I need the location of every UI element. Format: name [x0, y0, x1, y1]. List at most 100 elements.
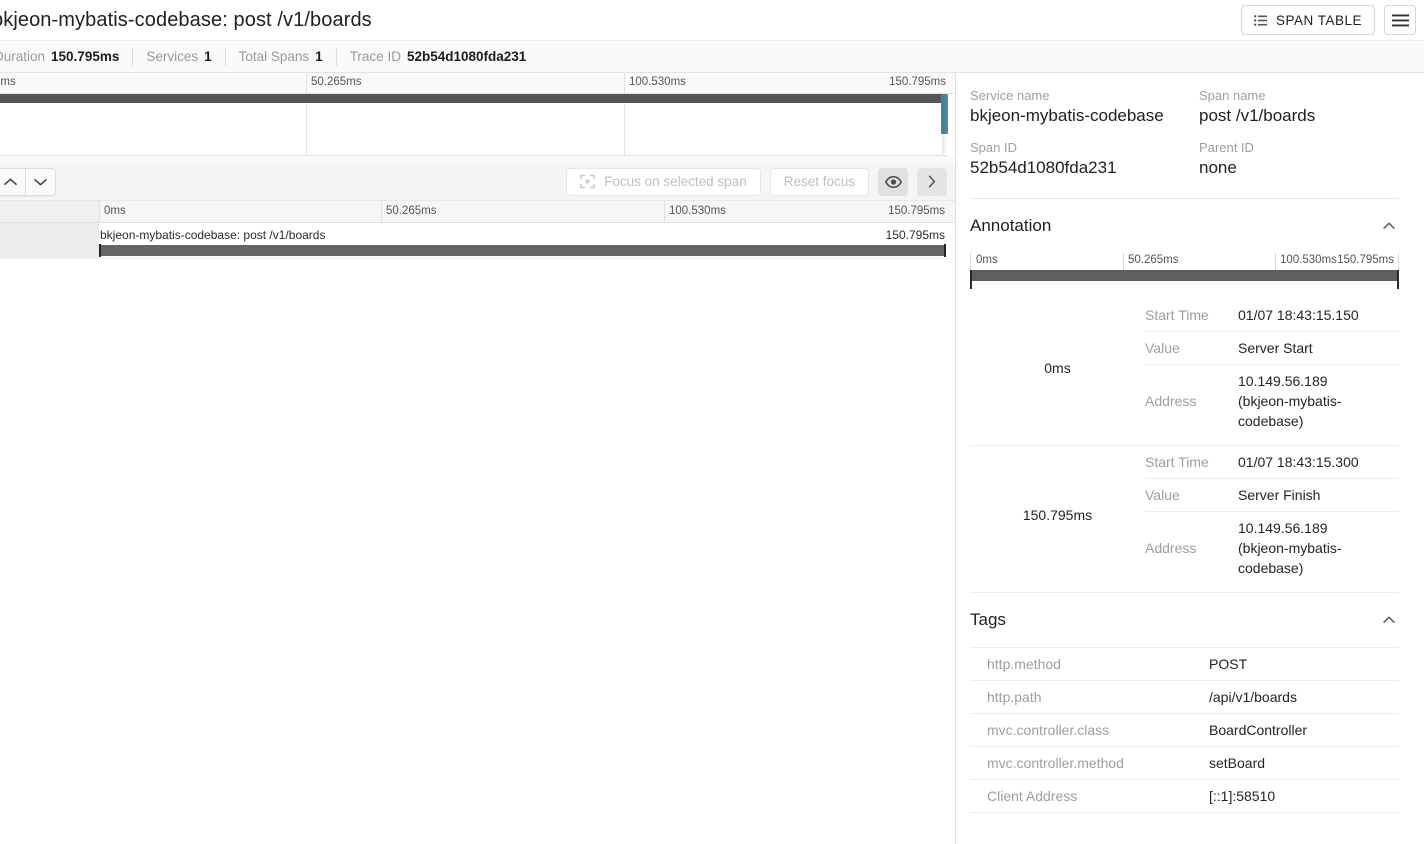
- service-name-value: bkjeon-mybatis-codebase: [970, 106, 1164, 125]
- annotation-value-value: Server Start: [1238, 340, 1313, 356]
- annotation-block: 0ms Start Time 01/07 18:43:15.150 Value …: [970, 299, 1399, 437]
- eye-icon: [884, 175, 902, 188]
- focus-on-selected-span-button[interactable]: Focus on selected span: [566, 167, 761, 196]
- table-row: mvc.controller.method setBoard: [970, 746, 1399, 779]
- expand-collapse-group: [0, 167, 56, 196]
- annotation-address-value: 10.149.56.189 (bkjeon-mybatis- codebase): [1238, 373, 1342, 429]
- toolbar-right-group: Focus on selected span Reset focus: [566, 167, 947, 196]
- annotation-offset: 0ms: [1044, 360, 1071, 376]
- header-actions: SPAN TABLE: [1240, 5, 1416, 35]
- annotation-offset: 150.795ms: [1022, 507, 1093, 523]
- next-span-button[interactable]: [917, 167, 947, 196]
- annotation-title: Annotation: [970, 216, 1052, 235]
- chevron-up-icon[interactable]: [1381, 218, 1397, 234]
- annotation-start-time-key: Start Time: [1145, 454, 1209, 470]
- annotation-fields: Start Time 01/07 18:43:15.150 Value Serv…: [1145, 299, 1399, 437]
- info-duration-label: Duration: [0, 48, 46, 64]
- expand-all-button[interactable]: [25, 168, 55, 195]
- info-trace-id-value: 52b54d1080fda231: [406, 48, 527, 64]
- tag-value: /api/v1/boards: [1209, 689, 1297, 705]
- chevron-right-icon: [928, 175, 936, 188]
- minimap-tick-3: 150.795ms: [889, 76, 946, 88]
- parent-id-label: Parent ID: [1199, 140, 1254, 155]
- minimap-canvas[interactable]: [0, 94, 948, 156]
- table-row[interactable]: bkjeon-mybatis-codebase: post /v1/boards…: [0, 223, 955, 259]
- menu-button[interactable]: [1384, 5, 1416, 35]
- span-bar-start-cap: [99, 244, 101, 257]
- span-detail-pane: Service name bkjeon-mybatis-codebase Spa…: [956, 73, 1423, 844]
- span-id-value: 52b54d1080fda231: [970, 158, 1117, 177]
- annotation-start-cap: [970, 270, 972, 289]
- annotation-tick-2: 100.530ms: [1280, 254, 1337, 266]
- chevron-up-icon[interactable]: [1381, 612, 1397, 628]
- span-bar-track: [0, 244, 955, 257]
- annotation-tick-1: 50.265ms: [1128, 254, 1179, 266]
- tag-value: setBoard: [1209, 755, 1266, 771]
- annotation-value-key: Value: [1145, 340, 1180, 356]
- info-total-spans: Total Spans 1: [226, 47, 337, 66]
- span-tick-0: 0ms: [104, 205, 126, 217]
- annotation-start-time-key: Start Time: [1145, 307, 1209, 323]
- chevron-down-icon: [34, 178, 47, 185]
- minimap-tick-row: 0ms 50.265ms 100.530ms 150.795ms: [0, 73, 955, 94]
- annotation-fields: Start Time 01/07 18:43:15.300 Value Serv…: [1145, 446, 1399, 584]
- table-row: Client Address [::1]:58510: [970, 779, 1399, 812]
- reset-focus-button[interactable]: Reset focus: [769, 167, 869, 196]
- hamburger-menu-icon: [1391, 14, 1409, 27]
- annotation-section-header[interactable]: Annotation: [970, 199, 1399, 253]
- info-total-spans-value: 1: [315, 48, 323, 64]
- tag-value: POST: [1209, 656, 1248, 672]
- timeline-toolbar: Focus on selected span Reset focus: [0, 163, 955, 201]
- reset-focus-label: Reset focus: [783, 174, 855, 189]
- annotation-value-key: Value: [1145, 487, 1180, 503]
- span-id-label: Span ID: [970, 140, 1017, 155]
- minimap-tick-0: 0ms: [0, 76, 16, 88]
- toggle-visibility-button[interactable]: [878, 167, 908, 196]
- annotation-address-key: Address: [1145, 393, 1197, 409]
- span-timeline-ticks: 0ms 50.265ms 100.530ms 150.795ms: [0, 201, 955, 223]
- span-detail-fields: Service name bkjeon-mybatis-codebase Spa…: [970, 87, 1399, 198]
- annotation-duration-bar: [970, 270, 1399, 281]
- collapse-all-button[interactable]: [0, 168, 25, 195]
- annotation-timeline: 0ms 50.265ms 100.530ms 150.795ms: [970, 253, 1399, 289]
- info-services-label: Services: [146, 48, 199, 64]
- span-table-button[interactable]: SPAN TABLE: [1240, 5, 1375, 35]
- trace-minimap[interactable]: 0ms 50.265ms 100.530ms 150.795ms: [0, 73, 955, 173]
- span-duration-bar: [99, 245, 946, 256]
- span-bar-end-cap: [944, 244, 946, 257]
- annotation-tick-3: 150.795ms: [1337, 254, 1394, 266]
- timeline-pane: 0ms 50.265ms 100.530ms 150.795ms: [0, 73, 956, 844]
- annotation-tick-row: 0ms 50.265ms 100.530ms 150.795ms: [970, 253, 1399, 270]
- table-row: http.path /api/v1/boards: [970, 680, 1399, 713]
- crosshair-icon: [580, 174, 595, 189]
- annotation-tick-0: 0ms: [976, 254, 998, 266]
- tags-section-header[interactable]: Tags: [970, 593, 1399, 647]
- minimap-tick-2: 100.530ms: [629, 76, 686, 88]
- span-row-label: bkjeon-mybatis-codebase: post /v1/boards: [100, 228, 326, 242]
- tag-key: http.method: [987, 656, 1061, 672]
- tag-value: [::1]:58510: [1209, 788, 1276, 804]
- annotation-end-cap: [1397, 270, 1399, 289]
- app-header: bkjeon-mybatis-codebase: post /v1/boards…: [0, 0, 1424, 40]
- info-total-spans-label: Total Spans: [238, 48, 310, 64]
- annotation-start-time-value: 01/07 18:43:15.300: [1238, 454, 1359, 470]
- annotation-row: Start Time 01/07 18:43:15.150: [1145, 299, 1399, 332]
- page-title: bkjeon-mybatis-codebase: post /v1/boards: [0, 8, 372, 31]
- span-tree-gutter-header: [0, 201, 99, 222]
- tag-key: mvc.controller.class: [987, 722, 1110, 738]
- zipkin-trace-viewer: bkjeon-mybatis-codebase: post /v1/boards…: [0, 0, 1424, 844]
- annotation-row: Value Server Start: [1145, 332, 1399, 365]
- chevron-up-icon: [3, 178, 17, 185]
- annotation-block: 150.795ms Start Time 01/07 18:43:15.300 …: [970, 446, 1399, 584]
- list-icon: [1253, 14, 1267, 26]
- annotation-row: Value Server Finish: [1145, 479, 1399, 512]
- trace-info-bar: Duration 150.795ms Services 1 Total Span…: [0, 40, 1424, 73]
- focus-on-selected-span-label: Focus on selected span: [604, 174, 747, 189]
- annotation-row: Address 10.149.56.189 (bkjeon-mybatis- c…: [1145, 512, 1399, 584]
- span-tick-1: 50.265ms: [386, 205, 437, 217]
- info-duration-value: 150.795ms: [51, 48, 120, 64]
- body-split: 0ms 50.265ms 100.530ms 150.795ms: [0, 73, 1424, 844]
- minimap-tick-1: 50.265ms: [311, 76, 362, 88]
- tags-title: Tags: [970, 610, 1006, 629]
- table-row: http.method POST: [970, 647, 1399, 680]
